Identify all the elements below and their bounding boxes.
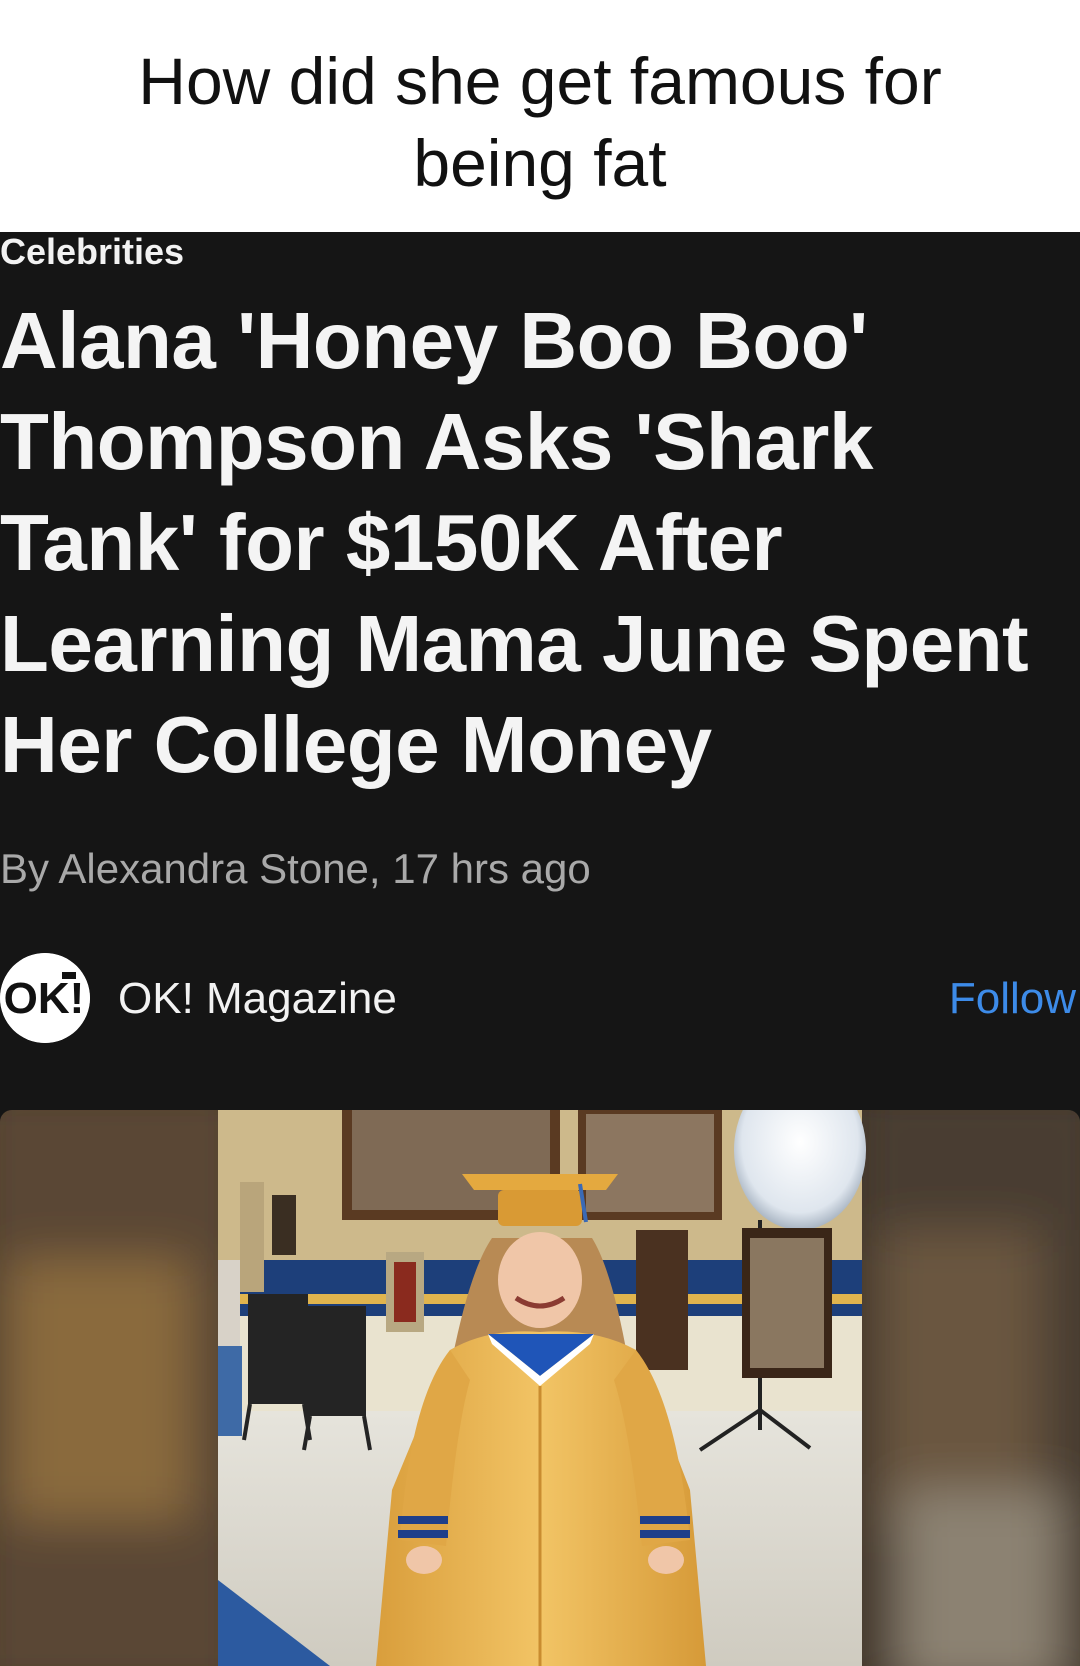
article-byline: By Alexandra Stone, 17 hrs ago — [0, 845, 591, 892]
graduate-photo-illustration — [0, 1110, 1080, 1666]
meme-caption: How did she get famous for being fat — [0, 0, 1080, 232]
article-headline[interactable]: Alana 'Honey Boo Boo' Thompson Asks 'Sha… — [0, 290, 1075, 795]
ok-magazine-logo-icon[interactable]: OK! — [0, 953, 90, 1043]
article-category[interactable]: Celebrities — [0, 232, 184, 272]
follow-button[interactable]: Follow — [949, 974, 1076, 1024]
publisher-name[interactable]: OK! Magazine — [118, 974, 397, 1024]
meme-caption-text: How did she get famous for being fat — [138, 44, 942, 200]
publisher-row: OK! OK! Magazine Follow — [0, 950, 1080, 1046]
article-photo[interactable] — [0, 1110, 1080, 1666]
ok-logo-text: OK! — [4, 974, 85, 1023]
ok-logo-graphic: OK! — [0, 953, 90, 1043]
article-card: Celebrities Alana 'Honey Boo Boo' Thomps… — [0, 232, 1080, 1666]
